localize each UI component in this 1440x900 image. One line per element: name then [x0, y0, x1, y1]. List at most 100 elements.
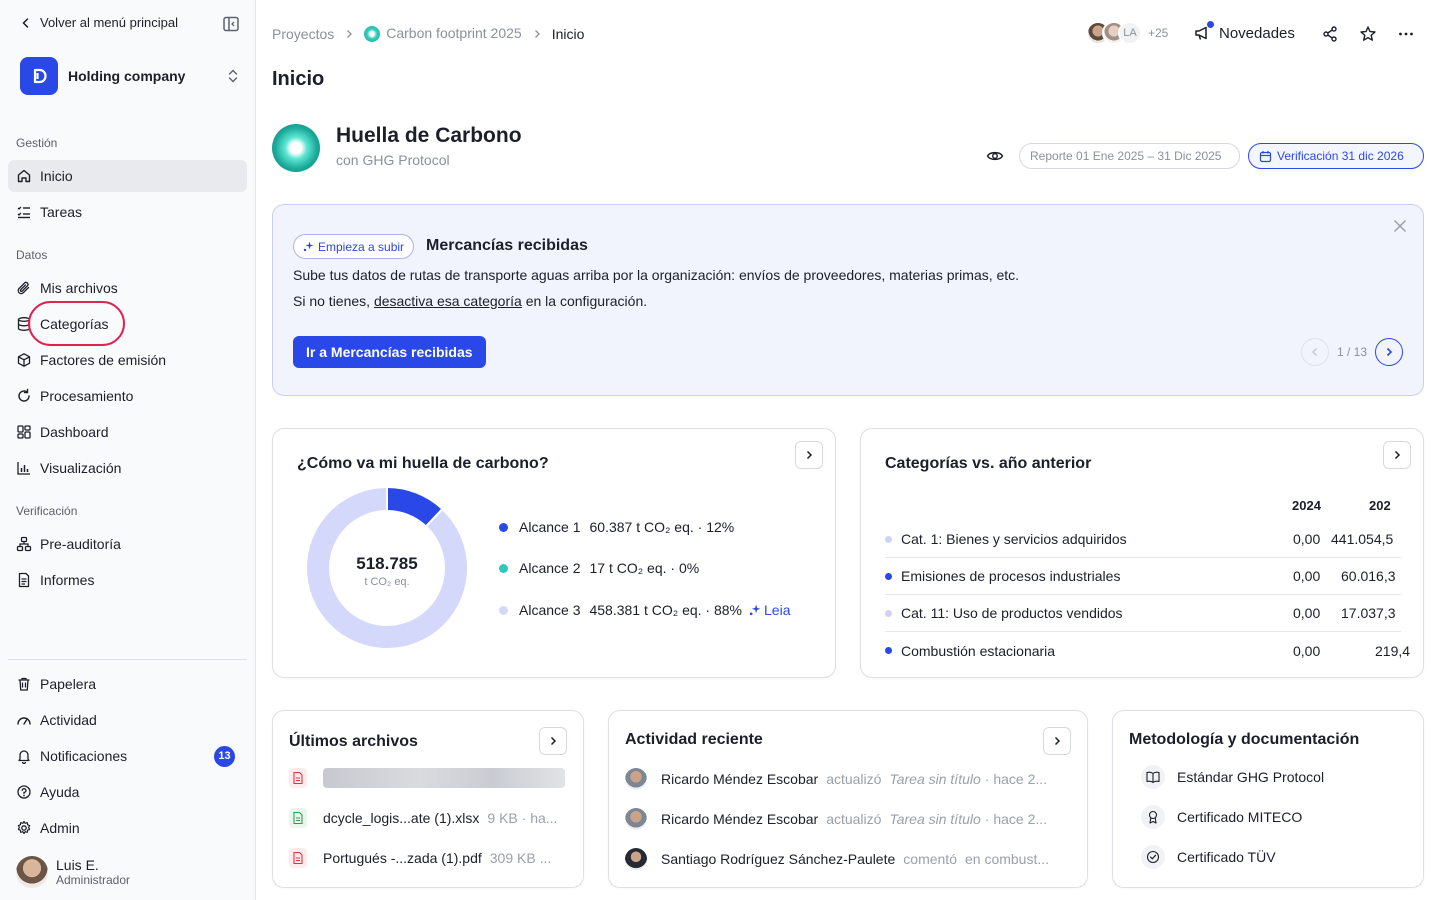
doc-link-miteco[interactable]: Certificado MITECO: [1141, 805, 1302, 829]
pager-next-button[interactable]: [1375, 338, 1403, 366]
table-row[interactable]: Cat. 1: Bienes y servicios adquiridos 0,…: [885, 521, 1401, 558]
share-icon[interactable]: [1321, 25, 1339, 43]
section-title-gestion: Gestión: [16, 136, 58, 150]
sidebar-item-label: Mis archivos: [40, 280, 118, 296]
pager-prev-button[interactable]: [1300, 338, 1329, 366]
sidebar-item-factores-emision[interactable]: Factores de emisión: [8, 344, 247, 376]
latest-files-card: Últimos archivos dcycle_logis...ate (1).…: [272, 710, 584, 888]
doc-link-tuv[interactable]: Certificado TÜV: [1141, 845, 1276, 869]
doc-label: Certificado MITECO: [1177, 809, 1303, 825]
book-icon: [1141, 765, 1165, 789]
sidebar-item-ayuda[interactable]: Ayuda: [8, 776, 247, 808]
category-dot: [885, 572, 892, 580]
doc-label: Certificado TÜV: [1177, 849, 1276, 865]
calendar-icon: [1259, 150, 1272, 162]
banner-title: Mercancías recibidas: [426, 237, 588, 254]
start-upload-tag: Empieza a subir: [293, 234, 415, 259]
sidebar-item-pre-auditoria[interactable]: Pre-auditoría: [8, 528, 247, 560]
spreadsheet-file-icon: [289, 808, 307, 828]
legend-name: Alcance 2: [519, 560, 581, 576]
column-header-2024: 2024: [1292, 498, 1321, 513]
user-profile[interactable]: Luis E. Administrador: [16, 856, 130, 888]
page-title: Inicio: [272, 68, 325, 90]
sidebar-item-tareas[interactable]: Tareas: [8, 196, 247, 228]
avatar: [625, 808, 647, 830]
org-chart-icon: [16, 536, 32, 552]
categories-open-button[interactable]: [1383, 441, 1411, 469]
list-item[interactable]: [289, 768, 565, 788]
sidebar-item-notificaciones[interactable]: Notificaciones 13: [8, 740, 247, 772]
sidebar-item-procesamiento[interactable]: Procesamiento: [8, 380, 247, 412]
back-to-main-menu-link[interactable]: Volver al menú principal: [20, 15, 178, 30]
list-item[interactable]: dcycle_logis...ate (1).xlsx 9 KB · ha...: [289, 808, 557, 828]
sidebar-item-label: Notificaciones: [40, 748, 128, 764]
table-row[interactable]: Cat. 11: Uso de productos vendidos 0,00 …: [885, 595, 1401, 632]
footprint-open-button[interactable]: [795, 441, 823, 469]
categories-comparison-card: Categorías vs. año anterior 2024 202 Cat…: [860, 428, 1424, 678]
sidebar-item-informes[interactable]: Informes: [8, 564, 247, 596]
file-meta: 309 KB ...: [489, 850, 552, 866]
sidebar-item-label: Visualización: [40, 460, 122, 476]
report-period-pill[interactable]: Reporte 01 Ene 2025 – 31 Dic 2025: [1019, 143, 1240, 169]
sidebar-item-admin[interactable]: Admin: [8, 812, 247, 844]
more-options-icon[interactable]: [1397, 25, 1415, 43]
verification-label: Verificación 31 dic 2026: [1277, 149, 1404, 163]
category-name: Emisiones de procesos industriales: [901, 568, 1121, 584]
leia-assistant-link[interactable]: Leia: [749, 602, 790, 618]
sidebar-collapse-icon[interactable]: [222, 15, 240, 33]
legend-item-alcance-2: Alcance 2 17 t CO₂ eq. · 0%: [499, 560, 699, 576]
doc-link-ghg-protocol[interactable]: Estándar GHG Protocol: [1141, 765, 1324, 789]
activity-user: Ricardo Méndez Escobar: [661, 811, 819, 827]
close-icon[interactable]: [1393, 219, 1407, 233]
news-label: Novedades: [1219, 24, 1295, 42]
value-next-year: 60.016,3: [1341, 568, 1396, 584]
breadcrumb-item-proyectos[interactable]: Proyectos: [272, 26, 334, 42]
activity-object: Tarea sin título: [889, 811, 981, 827]
user-name: Luis E.: [56, 857, 99, 873]
dashboard-grid-icon: [17, 425, 31, 439]
docs-card-title: Metodología y documentación: [1129, 731, 1360, 748]
avatar-initials: LA: [1118, 21, 1142, 45]
sidebar-item-dashboard[interactable]: Dashboard: [8, 416, 247, 448]
eye-icon[interactable]: [986, 148, 1004, 164]
file-meta: 9 KB · ha...: [487, 810, 558, 826]
disable-category-link[interactable]: desactiva esa categoría: [374, 293, 522, 309]
breadcrumb: Proyectos Carbon footprint 2025 Inicio: [272, 25, 584, 43]
footprint-total: 518.785: [356, 554, 418, 573]
sidebar-item-visualizacion[interactable]: Visualización: [8, 452, 247, 484]
section-title-datos: Datos: [16, 248, 48, 262]
sparkle-icon: [303, 241, 314, 252]
sidebar-item-mis-archivos[interactable]: Mis archivos: [8, 272, 247, 304]
table-row[interactable]: Emisiones de procesos industriales 0,00 …: [885, 558, 1401, 595]
activity-open-button[interactable]: [1043, 727, 1071, 755]
methodology-docs-card: Metodología y documentación Estándar GHG…: [1112, 710, 1424, 888]
avatar: [625, 848, 647, 870]
go-to-category-button[interactable]: Ir a Mercancías recibidas: [293, 336, 486, 368]
list-item[interactable]: Santiago Rodríguez Sánchez-Paulete comen…: [625, 848, 1049, 870]
list-item[interactable]: Ricardo Méndez Escobar actualizó Tarea s…: [625, 808, 1047, 830]
sidebar-item-label: Factores de emisión: [40, 352, 167, 368]
banner-note: Si no tienes, desactiva esa categoría en…: [293, 293, 647, 309]
notifications-count-badge: 13: [214, 745, 235, 767]
table-row[interactable]: Combustión estacionaria 0,00 219,4: [885, 632, 1410, 669]
breadcrumb-item-project[interactable]: Carbon footprint 2025: [364, 25, 522, 43]
sidebar-item-inicio[interactable]: Inicio: [8, 160, 247, 192]
collaborators-avatars[interactable]: LA +25: [1086, 21, 1168, 45]
list-item[interactable]: Portugués -...zada (1).pdf 309 KB ...: [289, 848, 551, 868]
sidebar-item-actividad[interactable]: Actividad: [8, 704, 247, 736]
org-name: Holding company: [68, 68, 186, 84]
verification-date-pill[interactable]: Verificación 31 dic 2026: [1248, 143, 1424, 169]
list-item[interactable]: Ricardo Méndez Escobar actualizó Tarea s…: [625, 768, 1047, 790]
banner-note-text: Si no tienes,: [293, 293, 374, 309]
files-open-button[interactable]: [539, 727, 567, 755]
sidebar-item-label: Inicio: [40, 168, 73, 184]
pager-label: 1 / 13: [1336, 345, 1367, 359]
news-button[interactable]: Novedades: [1193, 21, 1295, 42]
star-icon[interactable]: [1359, 25, 1377, 43]
chevron-right-icon: [1054, 736, 1061, 746]
category-name: Combustión estacionaria: [901, 642, 1056, 659]
organization-switcher[interactable]: Holding company: [20, 56, 240, 96]
avatar: [16, 856, 48, 888]
sidebar-item-papelera[interactable]: Papelera: [8, 668, 247, 700]
activity-verb: comentó: [903, 851, 957, 867]
